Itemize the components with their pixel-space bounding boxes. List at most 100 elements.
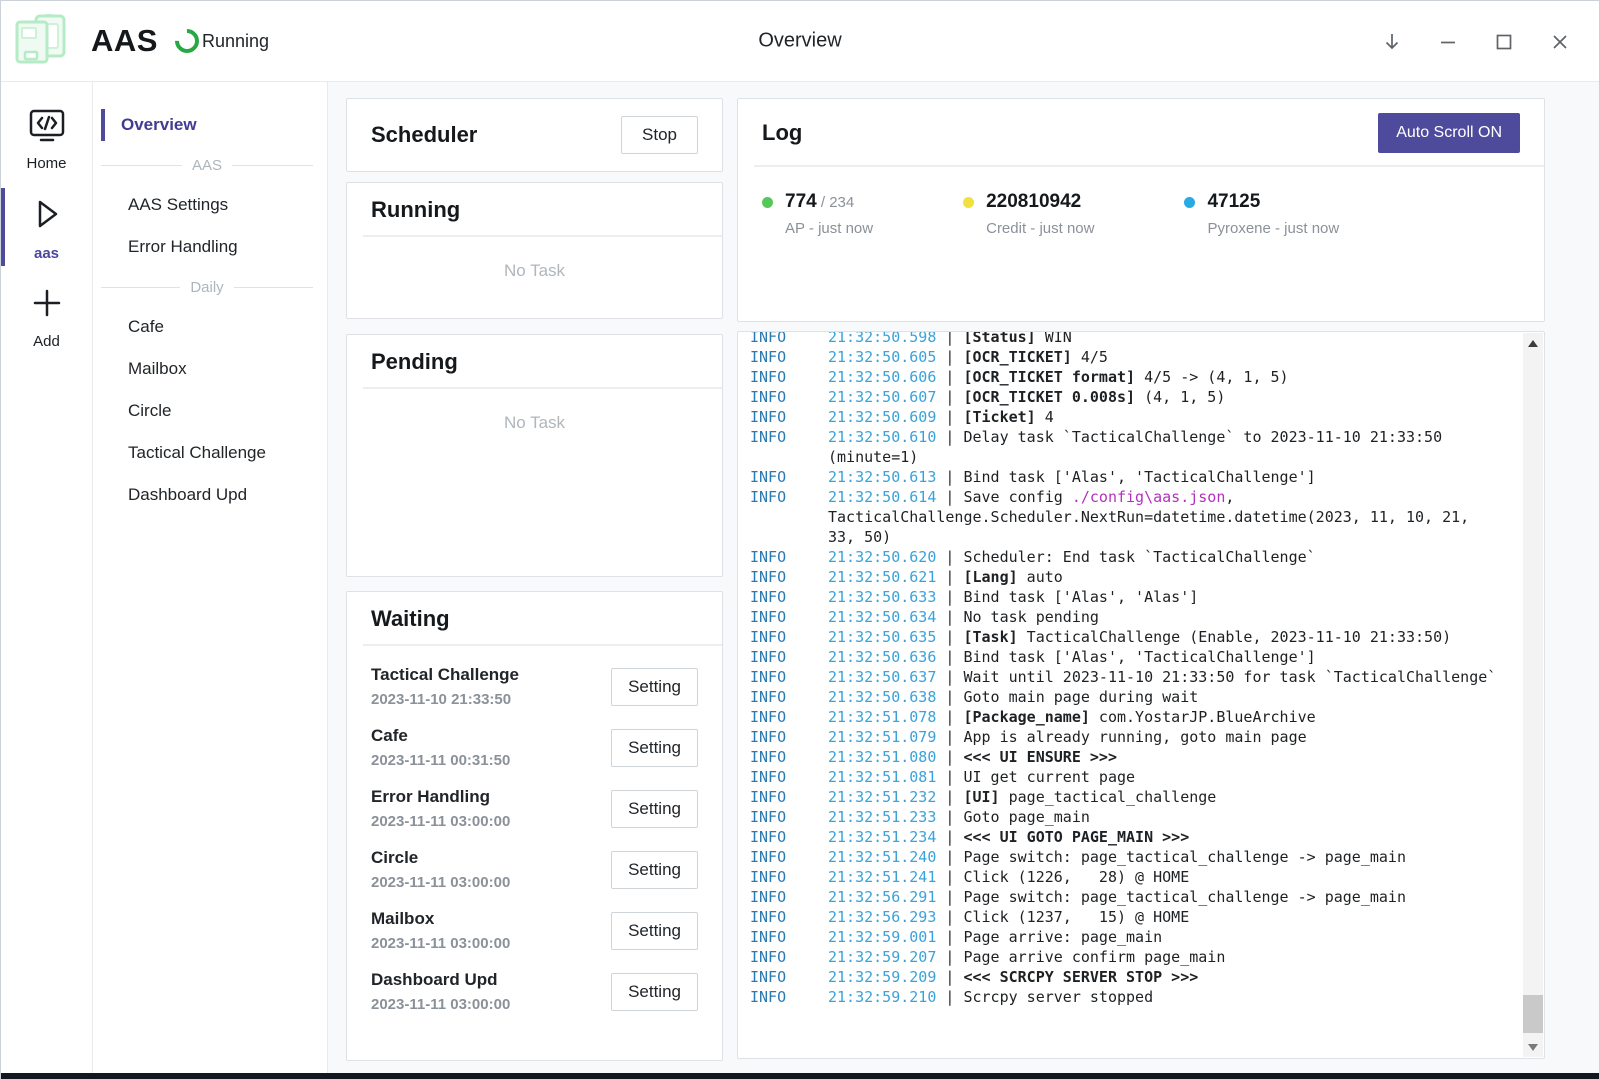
log-text: [OCR_TICKET 0.008s]	[963, 388, 1135, 406]
log-level: INFO	[750, 767, 828, 787]
waiting-list: Tactical Challenge 2023-11-10 21:33:50 Set…	[347, 646, 722, 1022]
log-text: <<< UI ENSURE >>>	[963, 748, 1117, 766]
task-setting-button[interactable]: Setting	[611, 668, 698, 706]
log-level: INFO	[750, 407, 828, 427]
log-row: INFO21:32:50.636 | Bind task ['Alas', 'T…	[750, 647, 1544, 667]
log-separator: |	[936, 868, 963, 886]
minimize-button[interactable]	[1427, 20, 1469, 64]
waiting-task-info: Error Handling2023-11-11 03:00:00	[371, 787, 510, 830]
stat-dot-icon	[1184, 197, 1195, 208]
app-name: AAS	[91, 23, 158, 59]
rail-item-aas[interactable]: aas	[1, 186, 92, 268]
maximize-button[interactable]	[1483, 20, 1525, 64]
waiting-task-row: Dashboard Upd2023-11-11 03:00:00Setting	[371, 961, 698, 1022]
stat-label: AP - just now	[785, 220, 873, 237]
log-message: 21:32:50.613 | Bind task ['Alas', 'Tacti…	[828, 467, 1500, 487]
waiting-task-name: Tactical Challenge	[371, 665, 519, 685]
log-text: Page arrive: page_main	[963, 928, 1162, 946]
log-row: INFO21:32:51.081 | UI get current page	[750, 767, 1544, 787]
sidebar-item-mailbox[interactable]: Mailbox	[93, 348, 327, 390]
log-text: 4	[1036, 408, 1054, 426]
log-separator: |	[936, 708, 963, 726]
log-text: ./config\aas.json	[1072, 488, 1226, 506]
sidebar-item-overview[interactable]: Overview	[93, 104, 327, 146]
scroll-up-button[interactable]	[1523, 333, 1543, 353]
rail-item-add[interactable]: Add	[1, 276, 92, 356]
home-code-monitor-icon	[25, 108, 69, 149]
sidebar-item-dashboard-upd[interactable]: Dashboard Upd	[93, 474, 327, 516]
log-row: INFO21:32:50.606 | [OCR_TICKET format] 4…	[750, 367, 1544, 387]
task-setting-button[interactable]: Setting	[611, 729, 698, 767]
log-level: INFO	[750, 667, 828, 687]
log-separator: |	[936, 908, 963, 926]
waiting-task-info: Tactical Challenge 2023-11-10 21:33:50	[371, 665, 519, 708]
scheduler-stop-button[interactable]: Stop	[621, 116, 698, 154]
rail-item-home[interactable]: Home	[1, 100, 92, 178]
log-timestamp: 21:32:59.001	[828, 928, 936, 946]
log-text: <<< SCRCPY SERVER STOP >>>	[963, 968, 1198, 986]
waiting-task-time: 2023-11-10 21:33:50	[371, 691, 519, 708]
log-message: 21:32:50.607 | [OCR_TICKET 0.008s] (4, 1…	[828, 387, 1500, 407]
task-setting-button[interactable]: Setting	[611, 973, 698, 1011]
log-row: INFO21:32:50.607 | [OCR_TICKET 0.008s] (…	[750, 387, 1544, 407]
stat-dot-icon	[963, 197, 974, 208]
log-timestamp: 21:32:59.207	[828, 948, 936, 966]
log-separator: |	[936, 388, 963, 406]
dashboard-stat: 774 / 234AP - just now	[762, 191, 873, 237]
task-setting-button[interactable]: Setting	[611, 790, 698, 828]
autoscroll-toggle-button[interactable]: Auto Scroll ON	[1378, 113, 1520, 153]
scheduler-title: Scheduler	[371, 122, 477, 148]
sidebar-item-tactical-challenge[interactable]: Tactical Challenge	[93, 432, 327, 474]
log-separator: |	[936, 331, 963, 346]
log-timestamp: 21:32:59.209	[828, 968, 936, 986]
log-message: 21:32:50.614 | Save config ./config\aas.…	[828, 487, 1500, 547]
log-text: [UI]	[963, 788, 999, 806]
log-scrollbar[interactable]	[1523, 333, 1543, 1057]
task-setting-button[interactable]: Setting	[611, 912, 698, 950]
log-separator: |	[936, 428, 963, 446]
close-button[interactable]	[1539, 20, 1581, 64]
log-text: [Status]	[963, 331, 1035, 346]
running-spinner-icon	[170, 24, 204, 58]
log-separator: |	[936, 848, 963, 866]
log-text: Scheduler: End task `TacticalChallenge`	[963, 548, 1315, 566]
sidebar-group-text: Daily	[190, 279, 223, 296]
log-row: INFO21:32:51.079 | App is already runnin…	[750, 727, 1544, 747]
pending-card: Pending No Task	[346, 334, 723, 577]
log-text: TacticalChallenge (Enable, 2023-11-10 21…	[1018, 628, 1451, 646]
log-separator: |	[936, 548, 963, 566]
log-level: INFO	[750, 587, 828, 607]
scroll-down-button[interactable]	[1523, 1037, 1543, 1057]
sidebar-item-cafe[interactable]: Cafe	[93, 306, 327, 348]
window-bottom-edge	[1, 1073, 1599, 1079]
log-timestamp: 21:32:50.614	[828, 488, 936, 506]
log-row: INFO21:32:59.207 | Page arrive confirm p…	[750, 947, 1544, 967]
waiting-task-row: Tactical Challenge 2023-11-10 21:33:50 Set…	[371, 656, 698, 717]
sidebar-item-aas-settings[interactable]: AAS Settings	[93, 184, 327, 226]
waiting-task-time: 2023-11-11 00:31:50	[371, 752, 510, 769]
log-level: INFO	[750, 331, 828, 347]
waiting-task-row: Circle2023-11-11 03:00:00Setting	[371, 839, 698, 900]
log-timestamp: 21:32:50.607	[828, 388, 936, 406]
sidebar-group-text: AAS	[192, 157, 222, 174]
sidebar-item-circle[interactable]: Circle	[93, 390, 327, 432]
log-level: INFO	[750, 867, 828, 887]
log-text: Goto page_main	[963, 808, 1089, 826]
sidebar-item-error-handling[interactable]: Error Handling	[93, 226, 327, 268]
download-update-button[interactable]	[1371, 20, 1413, 64]
log-message: 21:32:50.621 | [Lang] auto	[828, 567, 1500, 587]
log-output[interactable]: INFO21:32:50.598 | [Status] WININFO21:32…	[737, 331, 1545, 1059]
log-row: INFO21:32:50.637 | Wait until 2023-11-10…	[750, 667, 1544, 687]
log-level: INFO	[750, 707, 828, 727]
stat-value: 47125	[1207, 191, 1260, 212]
log-level: INFO	[750, 987, 828, 1007]
dashboard-stat: 47125Pyroxene - just now	[1184, 191, 1339, 237]
running-card: Running No Task	[346, 182, 723, 319]
log-message: 21:32:59.210 | Scrcpy server stopped	[828, 987, 1500, 1007]
log-timestamp: 21:32:50.635	[828, 628, 936, 646]
scrollbar-thumb[interactable]	[1523, 995, 1543, 1033]
task-setting-button[interactable]: Setting	[611, 851, 698, 889]
log-row: INFO21:32:51.240 | Page switch: page_tac…	[750, 847, 1544, 867]
log-text: UI get current page	[963, 768, 1135, 786]
app-window: AAS Running Overview	[0, 0, 1600, 1080]
